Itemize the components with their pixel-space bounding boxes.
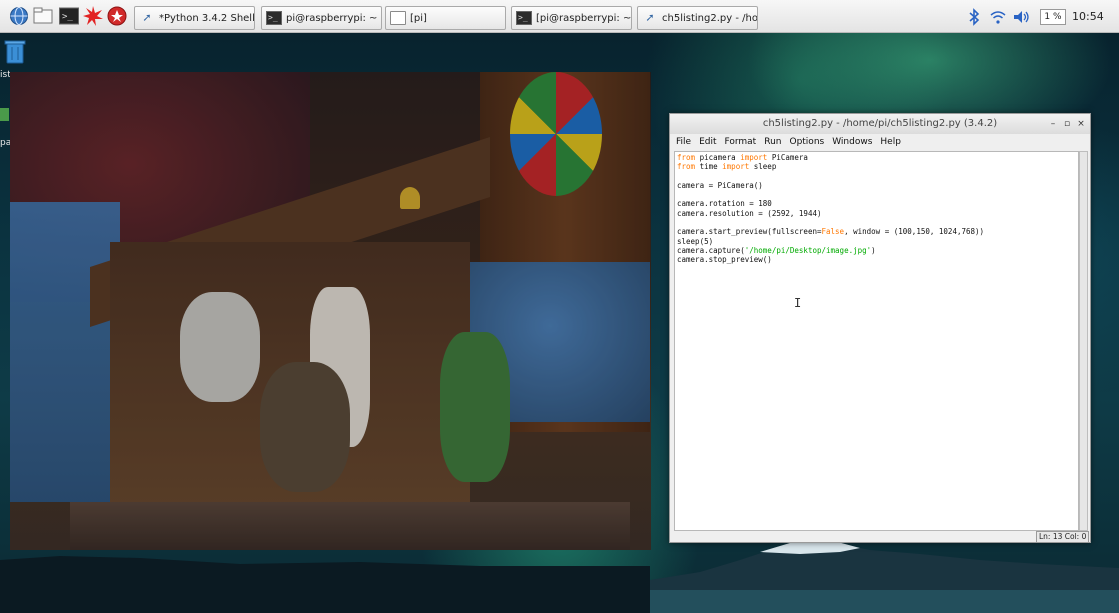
task-terminal-2[interactable]: >_ [pi@raspberrypi: ~] bbox=[511, 6, 632, 30]
code-token: import bbox=[740, 153, 768, 162]
code-line: camera.start_preview(fullscreen=False, w… bbox=[677, 227, 1076, 236]
wifi-icon[interactable] bbox=[990, 6, 1006, 28]
task-label: *Python 3.4.2 Shell* bbox=[159, 12, 255, 24]
task-label: ch5listing2.py - /ho... bbox=[662, 12, 758, 24]
code-token: sleep(5) bbox=[677, 236, 714, 246]
folder-icon bbox=[390, 11, 406, 25]
code-token: camera.stop_preview() bbox=[677, 255, 772, 265]
python-icon: ➚ bbox=[645, 11, 655, 24]
code-line: camera = PiCamera() bbox=[677, 181, 1076, 190]
menu-windows[interactable]: Windows bbox=[832, 137, 872, 147]
code-token: ) bbox=[871, 245, 876, 255]
cpu-monitor[interactable]: 1 % bbox=[1040, 9, 1066, 25]
menu-help[interactable]: Help bbox=[880, 137, 901, 147]
code-token: from bbox=[677, 162, 696, 172]
code-token: from bbox=[677, 153, 696, 162]
file-manager-icon[interactable] bbox=[32, 5, 54, 27]
code-token: camera.rotation = 180 bbox=[677, 199, 772, 209]
task-editor[interactable]: ➚ ch5listing2.py - /ho... bbox=[637, 6, 758, 30]
volume-icon[interactable] bbox=[1013, 6, 1031, 28]
close-button[interactable]: × bbox=[1076, 118, 1086, 130]
code-line: from picamera import PiCamera bbox=[677, 153, 1076, 162]
code-token: camera = PiCamera() bbox=[677, 180, 763, 190]
task-label: [pi@raspberrypi: ~] bbox=[536, 12, 632, 24]
code-token: , window = (100,150, 1024,768)) bbox=[844, 227, 985, 237]
terminal-icon: >_ bbox=[516, 11, 532, 25]
menu-edit[interactable]: Edit bbox=[699, 137, 716, 147]
code-token: PiCamera bbox=[767, 153, 808, 162]
task-python-shell[interactable]: ➚ *Python 3.4.2 Shell* bbox=[134, 6, 255, 30]
desktop-app-icon[interactable] bbox=[0, 108, 9, 121]
code-token: camera.resolution = (2592, 1944) bbox=[677, 208, 822, 218]
code-token: camera.capture( bbox=[677, 245, 745, 255]
code-line: camera.stop_preview() bbox=[677, 255, 1076, 264]
clock[interactable]: 10:54 bbox=[1072, 10, 1104, 23]
cpu-label: 1 % bbox=[1044, 12, 1062, 22]
python-icon: ➚ bbox=[142, 11, 152, 24]
globe-icon[interactable] bbox=[8, 5, 30, 27]
maximize-button[interactable]: ▫ bbox=[1062, 118, 1072, 130]
task-label: pi@raspberrypi: ~ bbox=[286, 12, 378, 24]
code-area[interactable]: from picamera import PiCamera from time i… bbox=[674, 151, 1079, 531]
editor-window[interactable]: ch5listing2.py - /home/pi/ch5listing2.py… bbox=[669, 113, 1091, 543]
code-line: sleep(5) bbox=[677, 237, 1076, 246]
task-label: [pi] bbox=[410, 12, 427, 24]
status-bar: Ln: 13 Col: 0 bbox=[1036, 531, 1090, 543]
bluetooth-icon[interactable] bbox=[968, 6, 980, 28]
editor-title: ch5listing2.py - /home/pi/ch5listing2.py… bbox=[762, 118, 998, 129]
menu-file[interactable]: File bbox=[676, 137, 691, 147]
text-cursor-icon: I bbox=[794, 296, 802, 310]
taskbar: >_ ➚ *Python 3.4.2 Shell* >_ pi@raspberr… bbox=[0, 0, 1119, 33]
task-terminal[interactable]: >_ pi@raspberrypi: ~ bbox=[261, 6, 382, 30]
code-token: sleep bbox=[749, 162, 777, 172]
code-token: picamera bbox=[695, 153, 741, 162]
wolfram-icon[interactable] bbox=[106, 5, 128, 27]
menu-options[interactable]: Options bbox=[789, 137, 824, 147]
code-token: camera.start_preview(fullscreen= bbox=[677, 227, 822, 237]
cursor-position: Ln: 13 Col: 0 bbox=[1039, 532, 1087, 541]
code-line: camera.resolution = (2592, 1944) bbox=[677, 209, 1076, 218]
trash-icon[interactable] bbox=[4, 38, 26, 64]
menu-format[interactable]: Format bbox=[725, 137, 757, 147]
code-token: '/home/pi/Desktop/image.jpg' bbox=[744, 245, 872, 255]
code-line: camera.rotation = 180 bbox=[677, 199, 1076, 208]
vertical-scrollbar[interactable] bbox=[1079, 151, 1088, 531]
code-line: camera.capture('/home/pi/Desktop/image.j… bbox=[677, 246, 1076, 255]
code-token: import bbox=[722, 162, 750, 172]
code-line: from time import sleep bbox=[677, 162, 1076, 171]
code-token: False bbox=[821, 227, 845, 237]
svg-text:>_: >_ bbox=[62, 12, 73, 22]
terminal-icon[interactable]: >_ bbox=[58, 5, 80, 27]
burst-icon[interactable] bbox=[82, 5, 104, 27]
terminal-icon: >_ bbox=[266, 11, 282, 25]
code-token: time bbox=[695, 162, 723, 172]
menu-run[interactable]: Run bbox=[764, 137, 781, 147]
camera-preview bbox=[10, 72, 651, 550]
task-file-manager[interactable]: [pi] bbox=[385, 6, 506, 30]
editor-titlebar[interactable]: ch5listing2.py - /home/pi/ch5listing2.py… bbox=[670, 114, 1090, 134]
minimize-button[interactable]: – bbox=[1048, 118, 1058, 130]
editor-menubar: File Edit Format Run Options Windows Hel… bbox=[670, 134, 1090, 150]
